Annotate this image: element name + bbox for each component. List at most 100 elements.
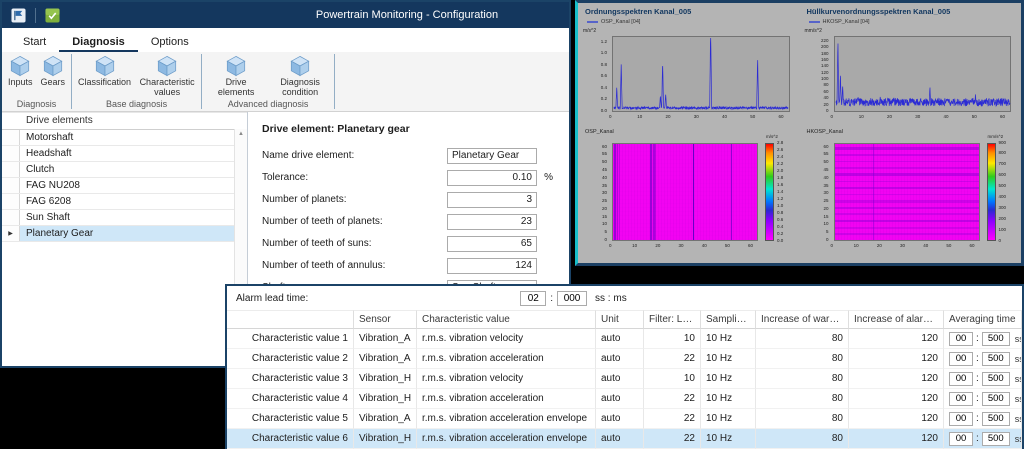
- cell-averaging-time: :ss : ms: [944, 429, 1022, 449]
- list-item-fag-nu208[interactable]: FAG NU208: [2, 178, 247, 194]
- heat-streak: [835, 161, 979, 163]
- tab-options[interactable]: Options: [138, 33, 202, 52]
- drive-elements-list-header[interactable]: Drive elements: [2, 112, 247, 130]
- ribbon-button-drive-elements[interactable]: Drive elements: [204, 54, 268, 98]
- status-check-icon[interactable]: [45, 8, 60, 23]
- colorbar-label: 2.6: [777, 148, 783, 153]
- avg-seconds-input[interactable]: [949, 432, 973, 446]
- tick-label: 40: [602, 176, 607, 181]
- cell-filter: 10: [644, 329, 701, 349]
- row-selector-gutter: [2, 162, 20, 177]
- tick-label: 5: [826, 230, 829, 235]
- ribbon-group-label: Advanced diagnosis: [204, 98, 332, 111]
- field-input-number-of-teeth-of-annulus[interactable]: [447, 258, 537, 274]
- list-item-planetary-gear[interactable]: ▶Planetary Gear: [2, 226, 247, 242]
- ribbon-group-advanced-diagnosis: Drive elementsDiagnosis conditionAdvance…: [204, 52, 332, 111]
- avg-millis-input[interactable]: [982, 432, 1010, 446]
- envelope-spectrum-section: Hüllkurvenordnungsspektren Kanal_005 HKO…: [800, 3, 1022, 263]
- avg-millis-input[interactable]: [982, 372, 1010, 386]
- tick-label: 10: [637, 115, 642, 120]
- alarm-seconds-input[interactable]: [520, 291, 546, 306]
- avg-millis-input[interactable]: [982, 412, 1010, 426]
- x-axis-ticks: 0102030405060: [612, 115, 790, 123]
- tick-label: 100: [821, 77, 829, 82]
- cell-sampling: 10 Hz: [701, 349, 756, 369]
- tick-label: 0.2: [601, 97, 607, 102]
- ribbon-group-diagnosis: InputsGearsDiagnosis: [4, 52, 69, 111]
- colorbar-unit: mm/s^2: [988, 134, 1004, 139]
- app-logo-icon[interactable]: [11, 8, 26, 23]
- avg-seconds-input[interactable]: [949, 372, 973, 386]
- row-selector-gutter: [2, 178, 20, 193]
- tick-label: 15: [823, 215, 828, 220]
- charts-panel: Ordnungsspektren Kanal_005 OSP_Kanal [04…: [575, 0, 1024, 266]
- alarm-table-panel: Alarm lead time: : ss : ms SensorCharact…: [225, 284, 1024, 449]
- cell-characteristic: r.m.s. vibration acceleration envelope: [417, 429, 596, 449]
- alarm-colon: :: [550, 293, 553, 304]
- tick-label: 60: [1000, 115, 1005, 120]
- tick-label: 20: [823, 207, 828, 212]
- ribbon-button-diagnosis-condition[interactable]: Diagnosis condition: [268, 54, 332, 98]
- tick-label: 0.4: [601, 86, 607, 91]
- avg-colon: :: [976, 333, 979, 344]
- tick-label: 60: [779, 115, 784, 120]
- field-input-number-of-teeth-of-planets[interactable]: [447, 214, 537, 230]
- list-item-fag-6208[interactable]: FAG 6208: [2, 194, 247, 210]
- avg-millis-input[interactable]: [982, 392, 1010, 406]
- form-field-number-of-teeth-of-planets: Number of teeth of planets:: [262, 213, 555, 230]
- colorbar-unit: m/s^2: [766, 134, 778, 139]
- scroll-up-icon[interactable]: ▲: [235, 131, 247, 137]
- field-input-number-of-planets[interactable]: [447, 192, 537, 208]
- heat-streak: [835, 187, 979, 189]
- avg-seconds-input[interactable]: [949, 392, 973, 406]
- heat-streak: [835, 220, 979, 222]
- tick-label: 30: [679, 244, 684, 249]
- tick-label: 0.0: [601, 109, 607, 114]
- tick-label: 10: [859, 115, 864, 120]
- envelope-spectrum-plot: [834, 36, 1012, 112]
- legend-label: HKOSP_Kanal [04]: [823, 19, 870, 25]
- tab-diagnosis[interactable]: Diagnosis: [59, 33, 138, 52]
- cell-characteristic: r.m.s. vibration acceleration: [417, 389, 596, 409]
- avg-seconds-input[interactable]: [949, 332, 973, 346]
- ribbon-group-label: Base diagnosis: [74, 98, 199, 111]
- colorbar-labels: 2.82.62.42.22.01.81.61.41.21.00.80.60.40…: [777, 143, 799, 241]
- avg-millis-input[interactable]: [982, 352, 1010, 366]
- ribbon-button-characteristic-values[interactable]: Characteristic values: [135, 54, 199, 98]
- field-input-name-drive-element[interactable]: [447, 148, 537, 164]
- avg-seconds-input[interactable]: [949, 412, 973, 426]
- cell-warning-increase: 80: [756, 329, 849, 349]
- field-input-tolerance[interactable]: [447, 170, 537, 186]
- form-field-tolerance: Tolerance:%: [262, 169, 555, 186]
- ribbon-group-buttons: Drive elementsDiagnosis condition: [204, 54, 332, 98]
- list-item-clutch[interactable]: Clutch: [2, 162, 247, 178]
- ribbon-button-label: Gears: [41, 78, 66, 88]
- avg-seconds-input[interactable]: [949, 352, 973, 366]
- tick-label: 35: [602, 184, 607, 189]
- column-header-row-label: [227, 310, 354, 329]
- avg-millis-input[interactable]: [982, 332, 1010, 346]
- alarm-millis-input[interactable]: [557, 291, 587, 306]
- tick-label: 5: [604, 230, 607, 235]
- cell-filter: 22: [644, 389, 701, 409]
- field-input-number-of-teeth-of-suns[interactable]: [447, 236, 537, 252]
- list-item-sun-shaft[interactable]: Sun Shaft: [2, 210, 247, 226]
- cell-averaging-time: :ss : ms: [944, 329, 1022, 349]
- colorbar-label: 1.0: [777, 204, 783, 209]
- list-item-headshaft[interactable]: Headshaft: [2, 146, 247, 162]
- list-item-motorshaft[interactable]: Motorshaft: [2, 130, 247, 146]
- ribbon-button-classification[interactable]: Classification: [74, 54, 135, 88]
- ribbon-button-gears[interactable]: Gears: [37, 54, 70, 88]
- tab-start[interactable]: Start: [10, 33, 59, 52]
- tick-label: 15: [602, 215, 607, 220]
- cell-sampling: 10 Hz: [701, 429, 756, 449]
- chart-legend: OSP_Kanal [04]: [587, 19, 640, 25]
- ribbon-button-inputs[interactable]: Inputs: [4, 54, 37, 88]
- cell-warning-increase: 80: [756, 409, 849, 429]
- order-spectrum-plot: [612, 36, 790, 112]
- tick-label: 40: [823, 176, 828, 181]
- y-axis-unit: m/s^2: [583, 28, 596, 34]
- tick-label: 0: [826, 238, 829, 243]
- tick-label: 30: [602, 191, 607, 196]
- tick-label: 60: [823, 145, 828, 150]
